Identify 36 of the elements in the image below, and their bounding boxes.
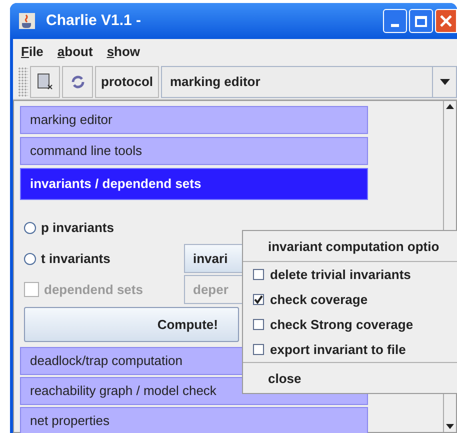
- popup-menu-item[interactable]: check Strong coverage: [243, 312, 457, 337]
- compute-button[interactable]: Compute!: [24, 307, 239, 342]
- editor-icon-button[interactable]: [30, 66, 60, 98]
- refresh-icon-button[interactable]: [62, 66, 93, 98]
- popup-menu-item[interactable]: delete trivial invariants: [243, 262, 457, 287]
- toolbar-grip-icon: [18, 66, 28, 96]
- dropdown-arrow-icon: [440, 78, 450, 84]
- options-button[interactable]: invari: [184, 244, 244, 273]
- close-icon: [440, 15, 452, 27]
- document-icon: [37, 72, 53, 90]
- menu-item[interactable]: show: [106, 42, 140, 62]
- java-cup-icon: [18, 12, 36, 30]
- menu-item[interactable]: File: [21, 42, 44, 62]
- option-label: dependend sets: [44, 280, 143, 299]
- option-label: p invariants: [41, 218, 114, 237]
- section-tab[interactable]: invariants / dependend sets: [20, 168, 368, 200]
- protocol-button[interactable]: protocol: [95, 66, 159, 98]
- maximize-button[interactable]: [409, 9, 433, 33]
- popup-title: invariant computation optio: [243, 231, 457, 262]
- checkbox[interactable]: [253, 269, 264, 280]
- popup-menu-item[interactable]: check coverage: [243, 287, 457, 312]
- refresh-icon: [70, 74, 86, 90]
- checkbox[interactable]: [253, 344, 264, 355]
- minimize-button[interactable]: [383, 9, 407, 33]
- section-tab[interactable]: net properties: [20, 407, 368, 433]
- section-tab[interactable]: marking editor: [20, 106, 368, 134]
- checkbox[interactable]: [253, 294, 264, 305]
- close-button[interactable]: [435, 9, 457, 33]
- view-dropdown[interactable]: marking editor: [161, 66, 457, 98]
- checkbox[interactable]: [253, 319, 264, 330]
- window-title: Charlie V1.1 -: [46, 10, 142, 31]
- radio-button[interactable]: [24, 252, 36, 264]
- radio-button[interactable]: [24, 222, 36, 234]
- option-label: t invariants: [41, 250, 110, 268]
- menu-item[interactable]: about: [57, 42, 93, 62]
- section-tab[interactable]: command line tools: [20, 137, 368, 165]
